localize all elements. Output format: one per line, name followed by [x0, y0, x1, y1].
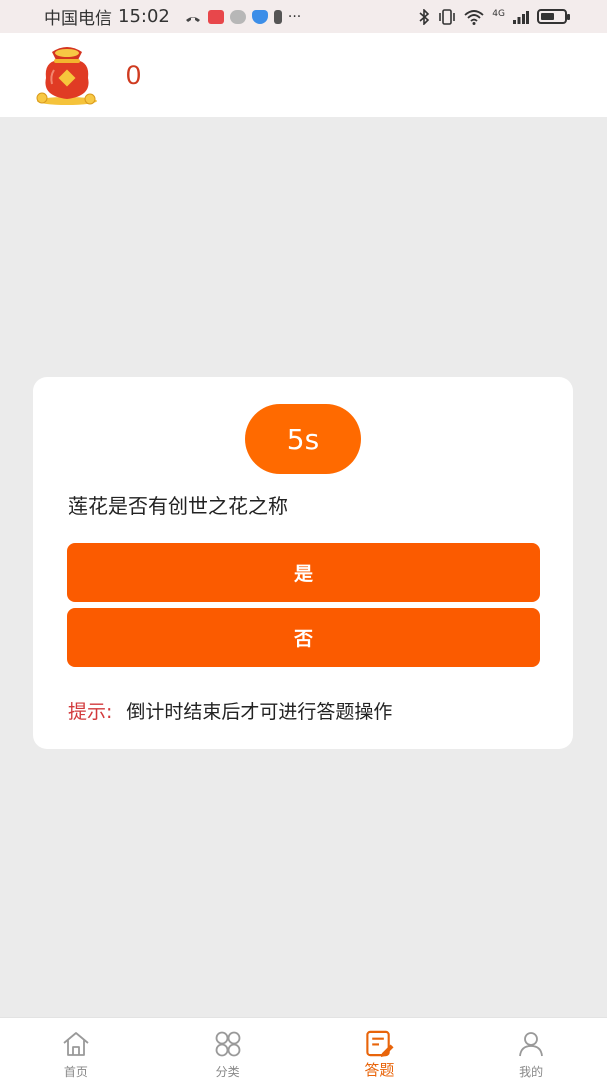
- signal-icon: [513, 10, 529, 24]
- nav-item-home[interactable]: 首页: [0, 1018, 152, 1080]
- status-right: 4G: [418, 8, 570, 25]
- nav-item-profile[interactable]: 我的: [455, 1018, 607, 1080]
- bottom-nav: 首页 分类 答题 我的: [0, 1017, 607, 1080]
- nav-label-category: 分类: [215, 1065, 240, 1079]
- bluetooth-icon: [419, 8, 430, 25]
- header: 0: [0, 33, 607, 117]
- quiz-card: 5s 莲花是否有创世之花之称 是 否 提示: 倒计时结束后才可进行答题操作: [33, 377, 573, 749]
- answer-no-button[interactable]: 否: [67, 608, 540, 667]
- profile-icon: [519, 1032, 544, 1057]
- question-text: 莲花是否有创世之花之称: [68, 494, 288, 518]
- home-icon: [63, 1032, 89, 1056]
- missed-call-icon: [185, 16, 200, 22]
- notification-icons: ···: [184, 9, 301, 25]
- category-icon: [215, 1031, 241, 1057]
- nav-label-quiz: 答题: [364, 1061, 395, 1079]
- nav-item-category[interactable]: 分类: [152, 1018, 304, 1080]
- answer-yes-button[interactable]: 是: [67, 543, 540, 602]
- hint-label: 提示:: [68, 701, 113, 723]
- battery-alert-icon: [273, 9, 282, 24]
- clock: 15:02: [118, 6, 170, 27]
- quiz-icon: [366, 1030, 394, 1058]
- status-bar: 中国电信 15:02 ··· 4G: [0, 0, 607, 33]
- wifi-icon: [464, 9, 484, 25]
- red-app-icon: [207, 9, 224, 24]
- network-type: 4G: [492, 8, 505, 19]
- countdown-timer: 5s: [245, 404, 361, 474]
- more-icon: ···: [287, 8, 302, 25]
- carrier-name: 中国电信: [44, 9, 112, 29]
- status-left: 中国电信 15:02 ···: [44, 4, 301, 29]
- gray-app-icon: [229, 9, 246, 24]
- hint-text: 倒计时结束后才可进行答题操作: [126, 701, 393, 723]
- nav-item-quiz[interactable]: 答题: [304, 1018, 456, 1080]
- nav-label-profile: 我的: [519, 1065, 544, 1079]
- battery-icon: [537, 9, 570, 24]
- money-bag-icon[interactable]: [32, 44, 102, 106]
- shield-icon: [251, 9, 268, 24]
- coin-count: 0: [126, 59, 142, 90]
- nav-label-home: 首页: [63, 1065, 88, 1079]
- vibrate-icon: [439, 8, 456, 25]
- hint: 提示: 倒计时结束后才可进行答题操作: [68, 697, 392, 724]
